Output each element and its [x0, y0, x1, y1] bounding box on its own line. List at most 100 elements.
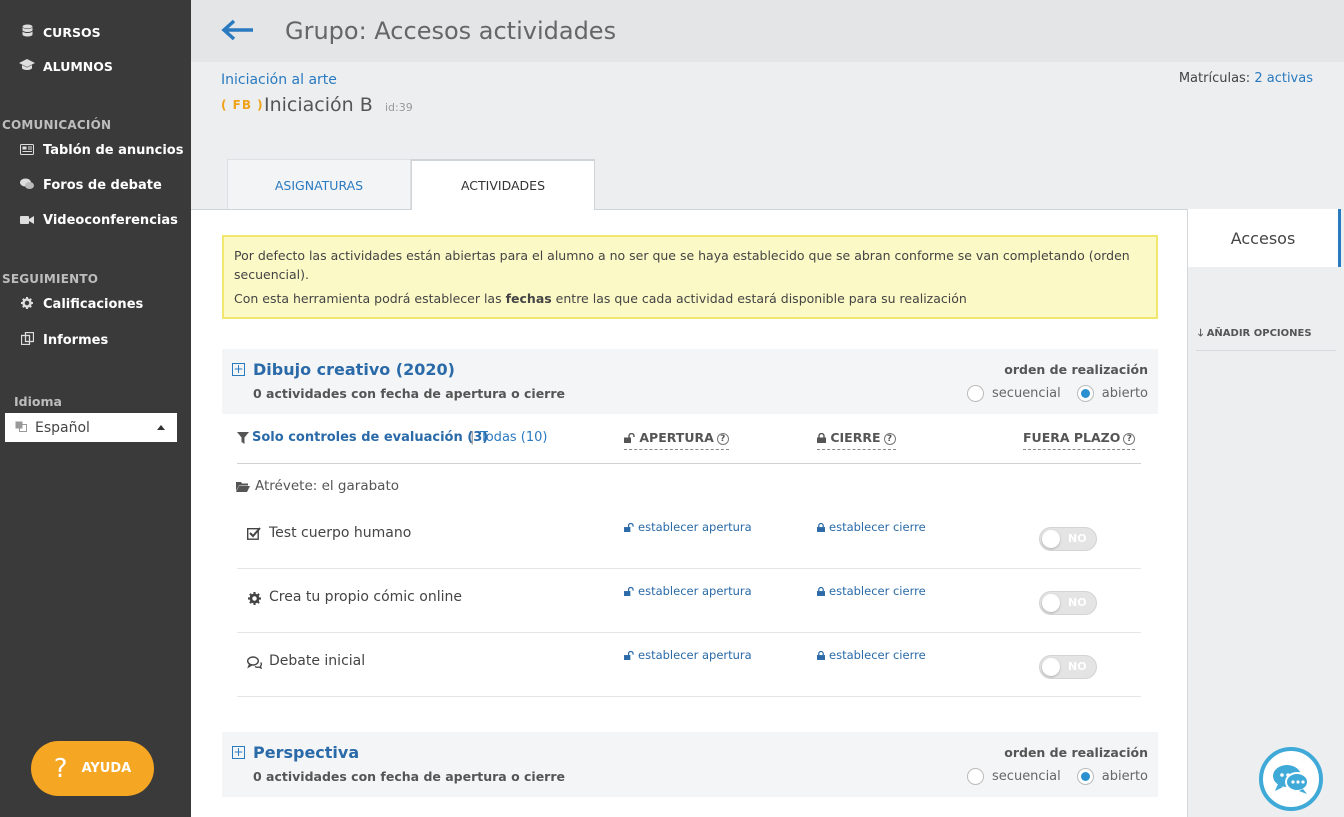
link-label: establecer cierre	[829, 520, 926, 534]
late-toggle[interactable]: NO	[1039, 655, 1097, 679]
radio-label: abierto	[1101, 769, 1148, 784]
link-label: establecer apertura	[638, 520, 752, 534]
info-notice: Por defecto las actividades están abiert…	[222, 235, 1158, 319]
help-icon[interactable]: ?	[883, 433, 896, 445]
page-title: Grupo: Accesos actividades	[285, 17, 617, 45]
activity-name: Test cuerpo humano	[269, 525, 412, 541]
notice-line-2: Con esta herramienta podrá establecer la…	[234, 289, 1146, 308]
graduation-cap-icon	[18, 59, 36, 74]
set-close-link[interactable]: establecer cierre	[817, 584, 926, 598]
help-icon[interactable]: ?	[1123, 433, 1136, 445]
sidebar-item-informes[interactable]: Informes	[18, 331, 109, 348]
group-id: id:39	[385, 101, 413, 114]
help-button[interactable]: ? AYUDA	[31, 741, 154, 796]
order-label: orden de realización	[1004, 745, 1148, 760]
video-camera-icon	[18, 214, 36, 228]
course-link[interactable]: Iniciación al arte	[221, 72, 337, 88]
right-panel: Accesos 🡓 AÑADIR OPCIONES	[1187, 209, 1344, 817]
toggle-knob	[1042, 530, 1060, 548]
sidebar-item-cursos[interactable]: CURSOS	[18, 24, 101, 40]
sidebar-item-videoconferencias[interactable]: Videoconferencias	[18, 213, 178, 228]
unlock-icon	[624, 432, 635, 443]
notice-line-1: Por defecto las actividades están abiert…	[234, 248, 1130, 282]
back-arrow-icon[interactable]	[221, 16, 255, 44]
section-title[interactable]: Dibujo creativo (2020)	[253, 360, 455, 379]
folder-row: Atrévete: el garabato	[236, 478, 399, 494]
tab-accesos[interactable]: Accesos	[1188, 209, 1341, 267]
add-options-link[interactable]: 🡓 AÑADIR OPCIONES	[1198, 326, 1312, 343]
database-icon	[18, 24, 36, 40]
sidebar: CURSOS ALUMNOS COMUNICACIÓN Tablón de an…	[0, 0, 191, 817]
chat-button[interactable]	[1259, 747, 1323, 811]
section-subtitle: 0 actividades con fecha de apertura o ci…	[253, 769, 565, 784]
enrollments-link[interactable]: 2 activas	[1254, 71, 1313, 86]
tab-actividades[interactable]: ACTIVIDADES	[411, 159, 595, 210]
sidebar-item-foros[interactable]: Foros de debate	[18, 178, 162, 193]
activity-name: Crea tu propio cómic online	[269, 589, 463, 605]
set-close-link[interactable]: establecer cierre	[817, 648, 926, 662]
help-icon[interactable]: ?	[716, 433, 729, 445]
filter-icon	[237, 432, 249, 444]
set-close-link[interactable]: establecer cierre	[817, 520, 926, 534]
language-label: Idioma	[14, 394, 62, 409]
column-apertura[interactable]: APERTURA?	[624, 430, 729, 450]
sidebar-item-alumnos[interactable]: ALUMNOS	[18, 59, 113, 74]
lock-icon	[817, 650, 825, 660]
radio-abierto[interactable]	[1076, 768, 1094, 785]
expand-icon[interactable]: +	[232, 363, 245, 376]
add-options-label: AÑADIR OPCIONES	[1206, 328, 1312, 339]
sidebar-item-label: Calificaciones	[43, 297, 144, 312]
toggle-knob	[1042, 594, 1060, 612]
section-title[interactable]: Perspectiva	[253, 743, 359, 762]
section-subtitle: 0 actividades con fecha de apertura o ci…	[253, 386, 565, 401]
lock-icon	[817, 586, 825, 596]
language-icon	[15, 420, 27, 435]
filter-selected[interactable]: Solo controles de evaluación (3)	[252, 430, 488, 445]
set-open-link[interactable]: establecer apertura	[624, 648, 752, 662]
activity-row: Test cuerpo humano establecer apertura e…	[237, 505, 1141, 569]
link-label: establecer apertura	[638, 584, 752, 598]
gear-icon	[247, 592, 261, 609]
sidebar-item-tablon[interactable]: Tablón de anuncios	[18, 143, 183, 158]
radio-secuencial[interactable]	[967, 385, 985, 402]
radio-abierto[interactable]	[1076, 385, 1094, 402]
help-button-label: AYUDA	[81, 761, 132, 776]
enrollments-label: Matrículas:	[1178, 71, 1251, 86]
gear-icon	[18, 297, 36, 312]
late-toggle[interactable]: NO	[1039, 527, 1097, 551]
filter-all[interactable]: Todas (10)	[480, 430, 548, 445]
folder-name: Atrévete: el garabato	[255, 478, 399, 494]
question-icon: ?	[53, 753, 68, 784]
tab-asignaturas[interactable]: ASIGNATURAS	[227, 159, 411, 210]
radio-secuencial[interactable]	[967, 768, 985, 785]
language-select[interactable]: Español	[5, 413, 177, 442]
set-open-link[interactable]: establecer apertura	[624, 520, 752, 534]
sidebar-item-label: Videoconferencias	[43, 213, 178, 228]
late-toggle[interactable]: NO	[1039, 591, 1097, 615]
column-label: FUERA PLAZO	[1023, 430, 1121, 445]
comments-icon	[18, 178, 36, 193]
page-header: Grupo: Accesos actividades	[191, 0, 1344, 62]
column-fuera-plazo[interactable]: FUERA PLAZO?	[1023, 430, 1136, 450]
toggle-label: NO	[1068, 596, 1087, 609]
column-label: CIERRE	[830, 430, 881, 445]
order-radio-group: secuencial abierto	[967, 768, 1148, 785]
link-label: establecer cierre	[829, 648, 926, 662]
divider	[1196, 350, 1336, 351]
filter-row: Solo controles de evaluación (3) | Todas…	[237, 430, 1141, 464]
notice-text: Con esta herramienta podrá establecer la…	[234, 291, 506, 306]
main-panel: Por defecto las actividades están abiert…	[191, 209, 1187, 817]
column-label: APERTURA	[639, 430, 714, 445]
notice-bold: fechas	[505, 291, 552, 306]
expand-icon[interactable]: +	[232, 746, 245, 759]
sidebar-item-label: Informes	[43, 332, 109, 348]
language-value: Español	[35, 419, 90, 436]
sidebar-item-label: CURSOS	[43, 24, 101, 40]
sidebar-item-label: ALUMNOS	[43, 59, 113, 74]
lock-icon	[817, 522, 825, 532]
enrollments: Matrículas: 2 activas	[1179, 71, 1313, 86]
toggle-label: NO	[1068, 660, 1087, 673]
column-cierre[interactable]: CIERRE?	[817, 430, 896, 450]
set-open-link[interactable]: establecer apertura	[624, 584, 752, 598]
sidebar-item-calificaciones[interactable]: Calificaciones	[18, 297, 143, 312]
